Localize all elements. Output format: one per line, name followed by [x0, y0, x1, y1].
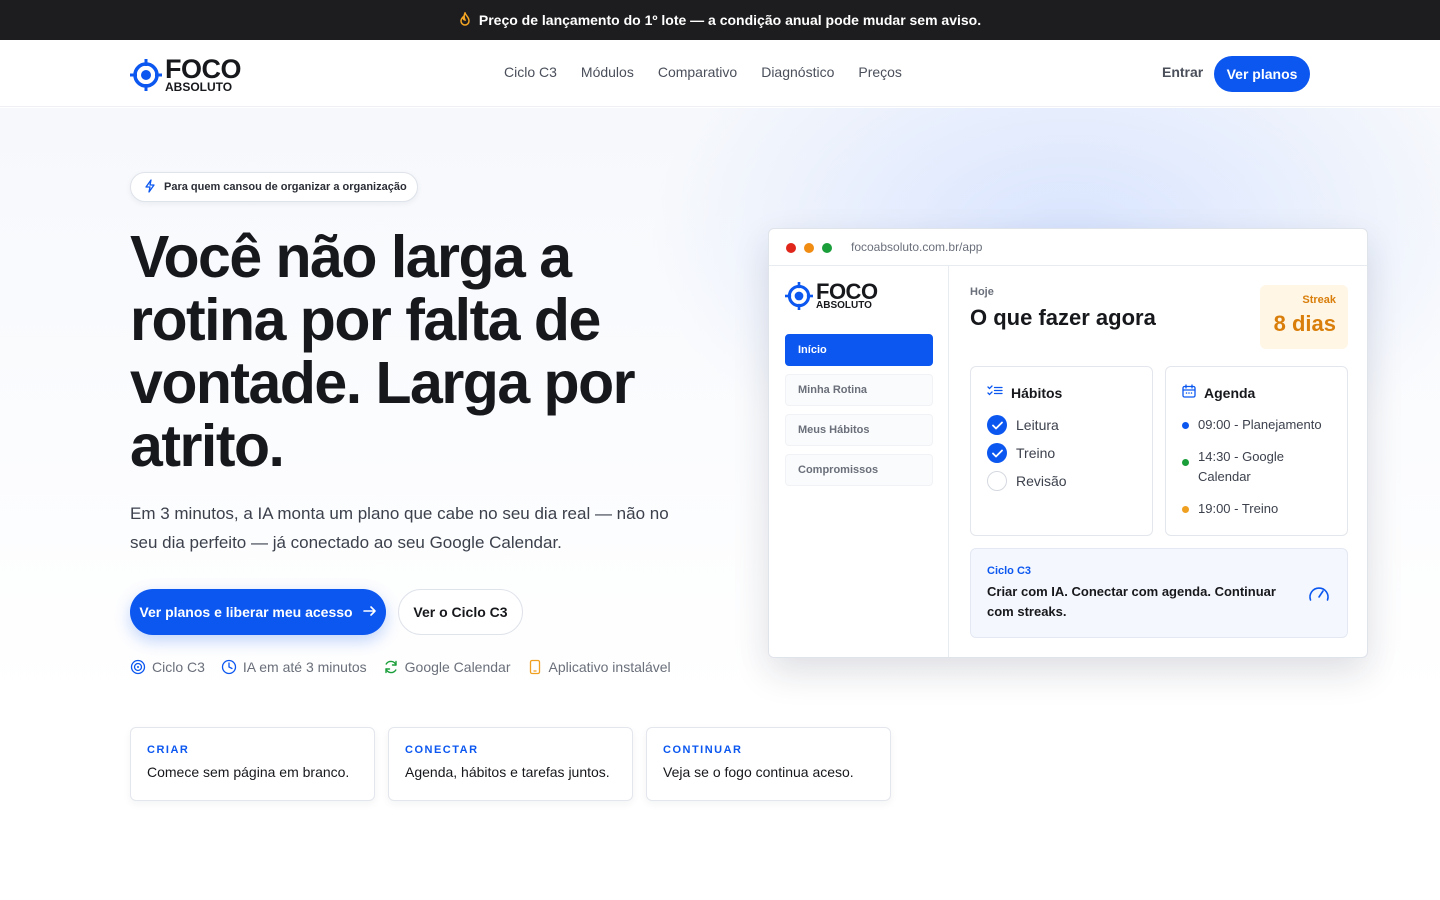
- brand-logo[interactable]: FOCO ABSOLUTO: [130, 54, 242, 94]
- card-kicker: CRIAR: [147, 744, 190, 756]
- minimize-dot-icon: [804, 243, 814, 253]
- app-brand-name-bottom: ABSOLUTO: [816, 300, 872, 311]
- habit-label: Revisão: [1016, 473, 1067, 489]
- app-sidebar: FOCO ABSOLUTO Início Minha Rotina Meus H…: [769, 266, 949, 657]
- agenda-item[interactable]: 14:30 - Google Calendar: [1182, 447, 1332, 487]
- app-brand-logo: FOCO ABSOLUTO: [785, 281, 878, 311]
- feature-item: Google Calendar: [383, 659, 511, 675]
- feature-item: Ciclo C3: [130, 659, 205, 675]
- browser-chrome: focoabsoluto.com.br/app: [769, 229, 1367, 266]
- fire-icon: [459, 10, 471, 29]
- habit-label: Treino: [1016, 445, 1056, 461]
- nav-link-ciclo-c3[interactable]: Ciclo C3: [504, 64, 557, 80]
- brand-name-top: FOCO: [165, 54, 242, 84]
- agenda-bullet: [1182, 422, 1189, 429]
- bolt-icon: [144, 178, 156, 196]
- checklist-icon: [987, 384, 1003, 401]
- menu-item-meus-habitos[interactable]: Meus Hábitos: [785, 414, 933, 446]
- nav-link-comparativo[interactable]: Comparativo: [658, 64, 737, 80]
- target-logo-icon: [130, 58, 162, 91]
- cycle-title: Ciclo C3: [987, 565, 1032, 577]
- feature-item: IA em até 3 minutos: [221, 659, 367, 675]
- gauge-icon: [1307, 583, 1331, 607]
- cycle-c3-card: Ciclo C3 Criar com IA. Conectar com agen…: [970, 548, 1348, 638]
- pillar-card-continuar: CONTINUAR Veja se o fogo continua aceso.: [646, 727, 891, 801]
- card-kicker: CONECTAR: [405, 744, 479, 756]
- pillar-card-criar: CRIAR Comece sem página em branco.: [130, 727, 375, 801]
- nav-link-modulos[interactable]: Módulos: [581, 64, 634, 80]
- target-logo-icon: [785, 282, 813, 310]
- primary-cta-button[interactable]: Ver planos e liberar meu acesso: [130, 589, 386, 635]
- feature-list: Ciclo C3 IA em até 3 minutos Google Cale…: [130, 659, 671, 675]
- clock-icon: [221, 659, 237, 675]
- app-menu: Início Minha Rotina Meus Hábitos Comprom…: [785, 334, 933, 494]
- unchecked-icon: [987, 471, 1007, 491]
- arrow-right-icon: [362, 604, 377, 620]
- eyebrow-text: Para quem cansou de organizar a organiza…: [164, 181, 407, 193]
- streak-value: 8 dias: [1273, 311, 1336, 336]
- habits-title: Hábitos: [1011, 384, 1063, 401]
- hero-title: Você não larga a rotina por falta de von…: [130, 224, 636, 479]
- streak-label: Streak: [1302, 294, 1336, 306]
- checked-icon: [987, 415, 1007, 435]
- agenda-title: Agenda: [1204, 384, 1256, 401]
- menu-item-compromissos[interactable]: Compromissos: [785, 454, 933, 486]
- app-heading: O que fazer agora: [970, 305, 1156, 330]
- feature-label: Google Calendar: [404, 659, 511, 675]
- sync-icon: [383, 659, 399, 675]
- agenda-item[interactable]: 19:00 - Treino: [1182, 499, 1332, 519]
- primary-cta-label: Ver planos e liberar meu acesso: [139, 604, 353, 620]
- habits-panel: Hábitos Leitura Treino Revisão: [970, 366, 1153, 536]
- app-preview: focoabsoluto.com.br/app FOCO ABSOLUTO In…: [768, 228, 1368, 658]
- agenda-bullet: [1182, 459, 1189, 466]
- phone-icon: [527, 659, 543, 675]
- habit-item[interactable]: Treino: [987, 443, 1055, 463]
- hero-lead: Em 3 minutos, a IA monta um plano que ca…: [130, 504, 669, 552]
- agenda-text: 14:30 - Google Calendar: [1198, 449, 1285, 484]
- app-main: Hoje O que fazer agora Streak 8 dias Háb…: [950, 266, 1367, 657]
- calendar-icon: [1182, 384, 1196, 401]
- login-link[interactable]: Entrar: [1162, 64, 1203, 80]
- agenda-bullet: [1182, 506, 1189, 513]
- announcement-bar: Preço de lançamento do 1º lote — a condi…: [0, 0, 1440, 40]
- habit-label: Leitura: [1016, 417, 1059, 433]
- brand-name-bottom: ABSOLUTO: [165, 80, 233, 94]
- habit-item[interactable]: Revisão: [987, 471, 1067, 491]
- card-text: Agenda, hábitos e tarefas juntos.: [405, 764, 610, 780]
- nav-links: Ciclo C3 Módulos Comparativo Diagnóstico…: [504, 64, 902, 80]
- pillar-card-conectar: CONECTAR Agenda, hábitos e tarefas junto…: [388, 727, 633, 801]
- cycle-text: Criar com IA. Conectar com agenda. Conti…: [987, 584, 1276, 619]
- view-plans-button[interactable]: Ver planos: [1214, 56, 1310, 92]
- nav-link-diagnostico[interactable]: Diagnóstico: [761, 64, 834, 80]
- today-label: Hoje: [970, 286, 994, 298]
- nav-link-precos[interactable]: Preços: [858, 64, 902, 80]
- feature-label: IA em até 3 minutos: [242, 659, 367, 675]
- menu-item-minha-rotina[interactable]: Minha Rotina: [785, 374, 933, 406]
- habits-header: Hábitos: [987, 384, 1062, 401]
- eyebrow-pill: Para quem cansou de organizar a organiza…: [130, 172, 418, 202]
- announcement-text: Preço de lançamento do 1º lote — a condi…: [478, 12, 982, 28]
- agenda-header: Agenda: [1182, 384, 1255, 401]
- feature-label: Aplicativo instalável: [548, 659, 671, 675]
- main-nav: FOCO ABSOLUTO Ciclo C3 Módulos Comparati…: [0, 40, 1440, 107]
- streak-badge: Streak 8 dias: [1260, 285, 1348, 349]
- card-text: Veja se o fogo continua aceso.: [663, 764, 854, 780]
- card-text: Comece sem página em branco.: [147, 764, 350, 780]
- checked-icon: [987, 443, 1007, 463]
- maximize-dot-icon: [822, 243, 832, 253]
- feature-item: Aplicativo instalável: [527, 659, 671, 675]
- card-kicker: CONTINUAR: [663, 744, 743, 756]
- secondary-cta-button[interactable]: Ver o Ciclo C3: [398, 589, 523, 635]
- agenda-panel: Agenda 09:00 - Planejamento 14:30 - Goog…: [1165, 366, 1348, 536]
- target-icon: [130, 659, 146, 675]
- menu-item-inicio[interactable]: Início: [785, 334, 933, 366]
- agenda-text: 19:00 - Treino: [1198, 501, 1279, 516]
- pillar-cards: CRIAR Comece sem página em branco. CONEC…: [130, 727, 891, 801]
- habit-item[interactable]: Leitura: [987, 415, 1059, 435]
- close-dot-icon: [786, 243, 796, 253]
- browser-url: focoabsoluto.com.br/app: [851, 240, 983, 254]
- agenda-item[interactable]: 09:00 - Planejamento: [1182, 415, 1332, 435]
- feature-label: Ciclo C3: [152, 659, 205, 675]
- agenda-text: 09:00 - Planejamento: [1198, 417, 1322, 432]
